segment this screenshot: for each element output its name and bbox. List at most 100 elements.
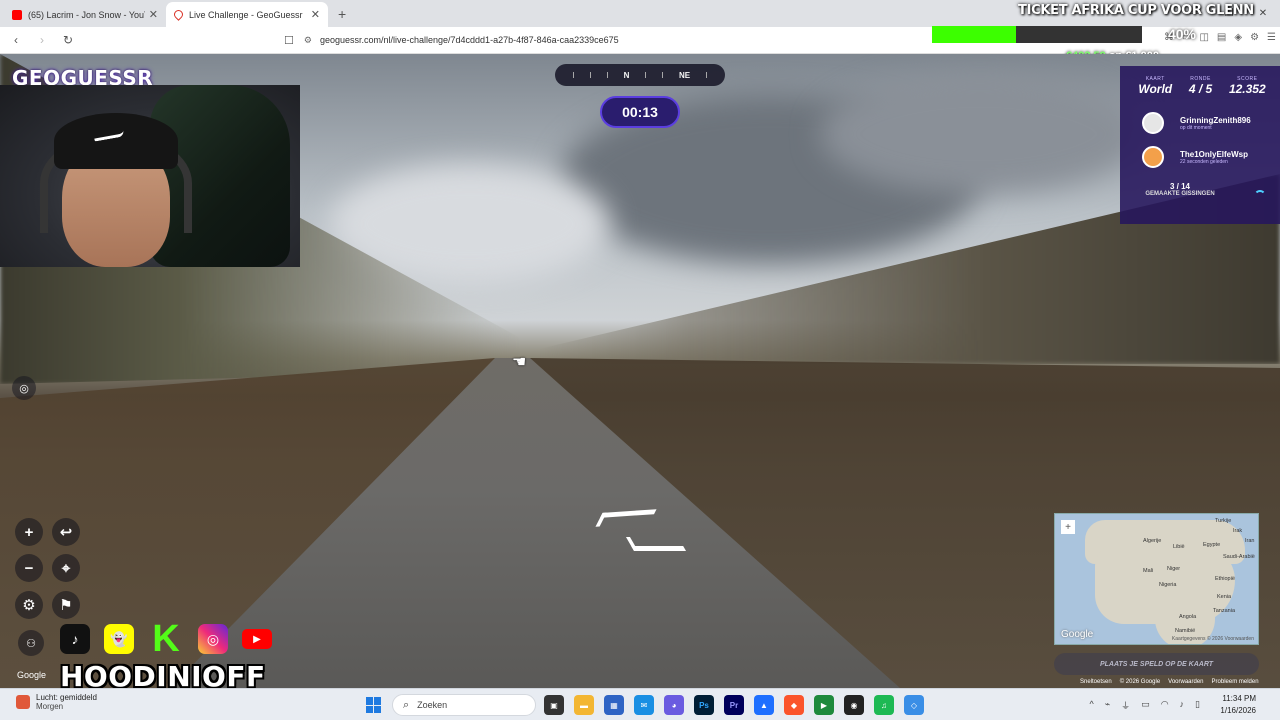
spotify-icon[interactable]: ♫	[874, 695, 894, 715]
mail-icon[interactable]: ✉	[634, 695, 654, 715]
discord-icon[interactable]: ◕	[664, 695, 684, 715]
windows-start-icon[interactable]	[366, 697, 382, 713]
close-tab-icon[interactable]: ✕	[149, 8, 158, 21]
player-info: GrinningZenith896 op dit moment	[1180, 116, 1251, 131]
people-icon[interactable]: ⚇	[18, 630, 44, 656]
guess-label: GEMAAKTE GISSINGEN	[1145, 191, 1215, 197]
volume-icon[interactable]: ♪	[1180, 699, 1185, 712]
stat-map: KAART World	[1138, 76, 1172, 96]
taskbar-apps: ▣ ▬ ▦ ✉ ◕ Ps Pr ▲ ◆ ▶ ◉ ♫ ◇	[544, 695, 924, 715]
place-pin-button[interactable]: PLAATS JE SPELD OP DE KAART	[1054, 653, 1259, 675]
map-footer-links: Sneltoetsen © 2026 Google Voorwaarden Pr…	[1080, 679, 1259, 685]
close-tab-icon[interactable]: ✕	[311, 8, 320, 21]
compass-tick	[705, 72, 707, 78]
player-info: The1OnlyElfeWsp 22 seconden geleden	[1180, 150, 1248, 165]
reload-icon[interactable]: ↻	[58, 33, 78, 47]
app-icon[interactable]: ◇	[904, 695, 924, 715]
guess-map[interactable]: + Algerije Libië Egypte Saudi-Arabië Mal…	[1054, 513, 1259, 645]
list-item: GrinningZenith896 op dit moment	[1120, 106, 1280, 140]
tab-geoguessr[interactable]: Live Challenge - GeoGuessr ✕	[166, 2, 328, 27]
backward-arrow[interactable]	[625, 537, 687, 551]
menu-icon[interactable]: ☰	[1267, 32, 1276, 43]
report-problem-link[interactable]: Probleem melden	[1212, 679, 1259, 685]
google-logo: Google	[1061, 629, 1094, 640]
compass-northeast: NE	[678, 70, 691, 80]
return-to-start-button[interactable]: ⌖	[52, 554, 80, 582]
site-info-icon[interactable]: ⚙	[304, 35, 312, 46]
compass-tick	[606, 72, 608, 78]
zoom-out-button[interactable]: −	[15, 554, 43, 582]
terms-link[interactable]: Voorwaarden	[1168, 679, 1203, 685]
brave-browser-icon[interactable]: ◆	[784, 695, 804, 715]
compass-tick	[589, 72, 591, 78]
tab-title: (65) Lacrim - Jon Snow - YouTube	[28, 9, 145, 20]
player-status: op dit moment	[1180, 124, 1212, 131]
tab-title: Live Challenge - GeoGuessr	[189, 9, 303, 20]
obs-icon[interactable]: ◉	[844, 695, 864, 715]
file-explorer-icon[interactable]: ▬	[574, 695, 594, 715]
compass-north: N	[623, 70, 630, 80]
terminal-icon[interactable]: ▶	[814, 695, 834, 715]
stat-row: KAART World RONDE 4 / 5 SCORE 12.352	[1120, 66, 1280, 96]
map-label: Turkije	[1215, 518, 1232, 524]
new-tab-button[interactable]: +	[328, 6, 356, 27]
social-icons: ♪ 👻 K ◎ ▶	[60, 618, 272, 660]
weather-widget[interactable]: Lucht: gemiddeld Morgen	[16, 693, 97, 711]
map-label: Ethiopië	[1215, 576, 1235, 582]
map-zoom-button[interactable]: +	[1061, 520, 1075, 534]
clock-time: 11:34 PM	[1222, 694, 1256, 703]
clock-date: 1/16/2026	[1220, 706, 1256, 715]
compass: N NE	[555, 64, 725, 86]
usb-icon[interactable]: ⏚	[1121, 699, 1130, 712]
forward-icon[interactable]: ›	[32, 33, 52, 47]
shortcuts-link[interactable]: Sneltoetsen	[1080, 679, 1112, 685]
stat-value: 12.352	[1228, 82, 1266, 96]
map-label: Irak	[1233, 528, 1243, 534]
map-label: Kenia	[1217, 594, 1232, 600]
settings-button[interactable]: ⚙	[15, 591, 43, 619]
wallet-icon[interactable]: ◈	[1234, 32, 1242, 43]
chevron-up-icon[interactable]: ^	[1090, 699, 1094, 712]
flag-button[interactable]: ⚑	[52, 591, 80, 619]
battery-icon[interactable]: ▯	[1195, 699, 1200, 712]
search-placeholder: Zoeken	[417, 700, 448, 710]
avatar	[1142, 112, 1164, 134]
url-field[interactable]: ⚙ geoguessr.com/nl/live-challenge/7d4cdd…	[304, 35, 619, 46]
bookmark-icon[interactable]: ☐	[284, 34, 294, 47]
undo-move-button[interactable]: ↩	[52, 518, 80, 546]
camera-toggle-icon[interactable]: ◎	[12, 376, 36, 400]
premiere-icon[interactable]: Pr	[724, 695, 744, 715]
stat-value: 4 / 5	[1188, 82, 1213, 96]
map-label: Nigeria	[1159, 582, 1177, 588]
weather-title: Lucht: gemiddeld	[36, 693, 97, 702]
photoshop-icon[interactable]: Ps	[694, 695, 714, 715]
tiktok-icon: ♪	[60, 624, 90, 654]
snapchat-icon: 👻	[104, 624, 134, 654]
compass-tick	[662, 72, 664, 78]
geoguessr-pin-icon	[172, 8, 185, 21]
map-label: Mali	[1143, 568, 1154, 574]
goal-percent: 40%	[1167, 26, 1197, 42]
hand-cursor-icon: ☚	[512, 354, 527, 371]
task-view-icon[interactable]: ▣	[544, 695, 564, 715]
cap	[54, 113, 178, 169]
back-icon[interactable]: ‹	[6, 33, 26, 47]
map-label: Egypte	[1203, 542, 1221, 548]
weather-icon	[16, 695, 30, 709]
youtube-icon	[12, 9, 22, 20]
player-name: The1OnlyElfeWsp	[1180, 149, 1249, 159]
taskbar-search-input[interactable]: ⌕ Zoeken	[392, 694, 536, 716]
zoom-in-button[interactable]: +	[15, 518, 43, 546]
goal-title: TICKET AFRIKA CUP VOOR GLENN	[1018, 3, 1254, 18]
sidebar-icon[interactable]: ▤	[1217, 32, 1226, 43]
display-icon[interactable]: ▭	[1141, 699, 1150, 712]
wifi-icon[interactable]: ◠	[1161, 699, 1169, 712]
vpn-icon[interactable]: ▲	[754, 695, 774, 715]
map-label: Libië	[1173, 544, 1185, 550]
google-watermark: Google	[17, 670, 47, 680]
settings-icon[interactable]: ⚙	[1250, 32, 1259, 43]
network-icon[interactable]: ⌁	[1105, 699, 1110, 712]
tab-youtube[interactable]: (65) Lacrim - Jon Snow - YouTube ✕	[4, 2, 166, 27]
store-icon[interactable]: ▦	[604, 695, 624, 715]
clock[interactable]: 11:34 PM 1/16/2026	[1220, 693, 1256, 717]
